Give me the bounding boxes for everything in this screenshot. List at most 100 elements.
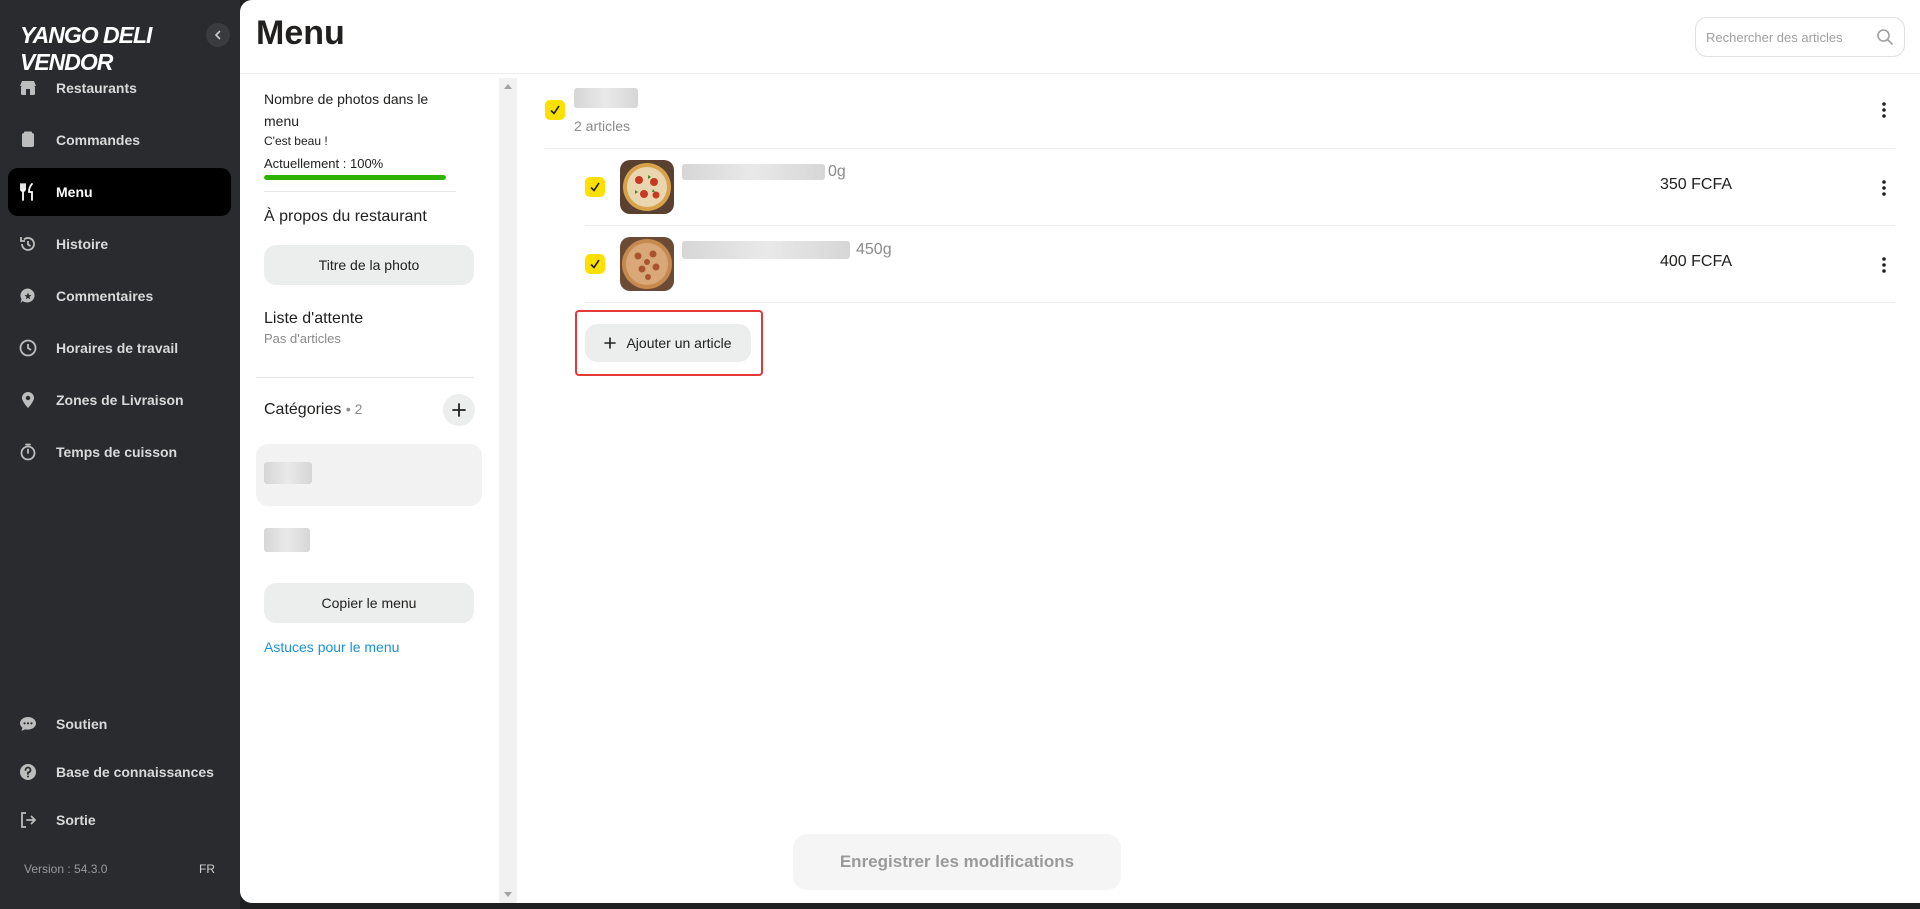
location-pin-icon bbox=[22, 392, 34, 408]
category-item[interactable] bbox=[256, 444, 482, 506]
item-name-blurred bbox=[682, 241, 850, 259]
sidebar-item-sortie[interactable]: Sortie bbox=[8, 798, 231, 842]
sidebar-item-label: Histoire bbox=[56, 236, 109, 252]
item-more-button[interactable] bbox=[1872, 176, 1896, 200]
category-item[interactable] bbox=[256, 510, 482, 572]
sidebar-item-label: Restaurants bbox=[56, 80, 137, 96]
search-input[interactable]: Rechercher des articles bbox=[1695, 17, 1905, 57]
plus-icon bbox=[452, 403, 466, 417]
row-divider bbox=[585, 225, 1895, 226]
comment-icon bbox=[20, 288, 35, 304]
photos-current: Actuellement : 100% bbox=[264, 156, 384, 171]
logout-icon bbox=[21, 812, 37, 828]
categories-count: • 2 bbox=[345, 401, 363, 417]
sidebar-item-zones[interactable]: Zones de Livraison bbox=[8, 376, 231, 424]
page-title: Menu bbox=[256, 14, 345, 52]
plus-icon bbox=[604, 337, 617, 349]
collapse-sidebar-button[interactable] bbox=[206, 23, 230, 47]
item-name[interactable]: 450g bbox=[682, 241, 892, 259]
sidebar-item-label: Soutien bbox=[56, 716, 108, 732]
photos-stats: Nombre de photos dans le menu C'est beau… bbox=[264, 88, 446, 180]
clock-icon bbox=[19, 339, 37, 357]
sidebar-item-menu[interactable]: Menu bbox=[8, 168, 231, 216]
panel-divider bbox=[256, 377, 474, 378]
language-switcher[interactable]: FR bbox=[199, 862, 215, 876]
timer-icon bbox=[20, 443, 36, 461]
sidebar-item-label: Commentaires bbox=[56, 288, 154, 304]
waitlist-subtitle: Pas d'articles bbox=[264, 331, 341, 346]
search-placeholder: Rechercher des articles bbox=[1706, 29, 1843, 45]
orders-icon bbox=[22, 131, 34, 147]
item-name-blurred bbox=[682, 164, 825, 180]
category-name-blurred bbox=[264, 528, 310, 552]
search-icon[interactable] bbox=[1876, 28, 1894, 46]
save-changes-button[interactable]: Enregistrer les modifications bbox=[793, 834, 1121, 890]
scroll-up-arrow[interactable] bbox=[504, 84, 512, 89]
item-photo[interactable] bbox=[620, 160, 674, 214]
sidebar-item-cuisson[interactable]: Temps de cuisson bbox=[8, 428, 231, 476]
item-weight: 0g bbox=[828, 163, 846, 180]
item-name[interactable]: 0g bbox=[682, 163, 846, 181]
add-article-highlight: Ajouter un article bbox=[575, 310, 763, 376]
photos-note: C'est beau ! bbox=[264, 134, 328, 148]
sidebar-item-label: Commandes bbox=[56, 132, 141, 148]
sidebar-item-label: Horaires de travail bbox=[56, 340, 179, 356]
panel-scrollbar[interactable] bbox=[499, 78, 517, 903]
category-checkbox[interactable] bbox=[545, 100, 565, 120]
category-article-count: 2 articles bbox=[574, 118, 631, 134]
add-article-label: Ajouter un article bbox=[626, 335, 732, 351]
category-name-blurred bbox=[264, 462, 312, 484]
photos-progress-bar bbox=[264, 175, 446, 180]
sidebar-item-horaires[interactable]: Horaires de travail bbox=[8, 324, 231, 372]
check-icon bbox=[590, 259, 600, 269]
kebab-menu-icon bbox=[1882, 257, 1886, 273]
check-icon bbox=[590, 182, 600, 192]
sidebar-item-label: Menu bbox=[56, 184, 93, 200]
chat-icon bbox=[20, 717, 36, 731]
panel-divider bbox=[264, 191, 456, 192]
item-photo[interactable] bbox=[620, 237, 674, 291]
photos-title: Nombre de photos dans le menu bbox=[264, 91, 429, 129]
sidebar-item-commentaires[interactable]: Commentaires bbox=[8, 272, 231, 320]
pizza-image bbox=[620, 160, 674, 214]
add-category-button[interactable] bbox=[443, 394, 475, 426]
item-more-button[interactable] bbox=[1872, 253, 1896, 277]
item-price: 350 FCFA bbox=[1659, 176, 1732, 193]
sidebar-bottom-nav: Soutien Base de connaissances Sortie bbox=[8, 702, 231, 846]
photo-title-button[interactable]: Titre de la photo bbox=[264, 245, 474, 285]
sidebar-item-label: Temps de cuisson bbox=[56, 444, 178, 460]
category-more-button[interactable] bbox=[1872, 98, 1896, 122]
copy-menu-button[interactable]: Copier le menu bbox=[264, 583, 474, 623]
photos-progress-fill bbox=[264, 175, 446, 180]
category-name-blurred bbox=[574, 88, 638, 108]
kebab-menu-icon bbox=[1882, 102, 1886, 118]
sidebar-item-soutien[interactable]: Soutien bbox=[8, 702, 231, 746]
sidebar-item-histoire[interactable]: Histoire bbox=[8, 220, 231, 268]
main-area: Menu Rechercher des articles Nombre de p… bbox=[240, 0, 1920, 903]
item-checkbox[interactable] bbox=[585, 177, 605, 197]
pizza-image bbox=[620, 237, 674, 291]
store-icon bbox=[20, 81, 36, 95]
scroll-down-arrow[interactable] bbox=[504, 892, 512, 897]
fork-knife-icon bbox=[20, 183, 33, 201]
check-icon bbox=[550, 105, 560, 115]
sidebar-item-restaurants[interactable]: Restaurants bbox=[8, 64, 231, 112]
about-restaurant-title: À propos du restaurant bbox=[264, 208, 427, 225]
row-divider bbox=[545, 148, 1895, 149]
item-checkbox[interactable] bbox=[585, 254, 605, 274]
app-version: Version : 54.3.0 bbox=[24, 862, 108, 876]
item-weight: 450g bbox=[856, 241, 892, 258]
add-article-button[interactable]: Ajouter un article bbox=[585, 324, 751, 362]
sidebar-item-base-connaissances[interactable]: Base de connaissances bbox=[8, 750, 231, 794]
history-icon bbox=[20, 237, 35, 251]
categories-label: Catégories bbox=[264, 401, 342, 418]
waitlist-title[interactable]: Liste d'attente bbox=[264, 310, 363, 328]
help-icon bbox=[20, 764, 36, 780]
chevron-left-icon bbox=[214, 30, 221, 40]
sidebar-item-commandes[interactable]: Commandes bbox=[8, 116, 231, 164]
menu-tips-link[interactable]: Astuces pour le menu bbox=[264, 639, 399, 655]
sidebar-item-label: Zones de Livraison bbox=[56, 392, 184, 408]
categories-title: Catégories • 2 bbox=[264, 401, 362, 419]
header-divider bbox=[240, 73, 1920, 74]
kebab-menu-icon bbox=[1882, 180, 1886, 196]
